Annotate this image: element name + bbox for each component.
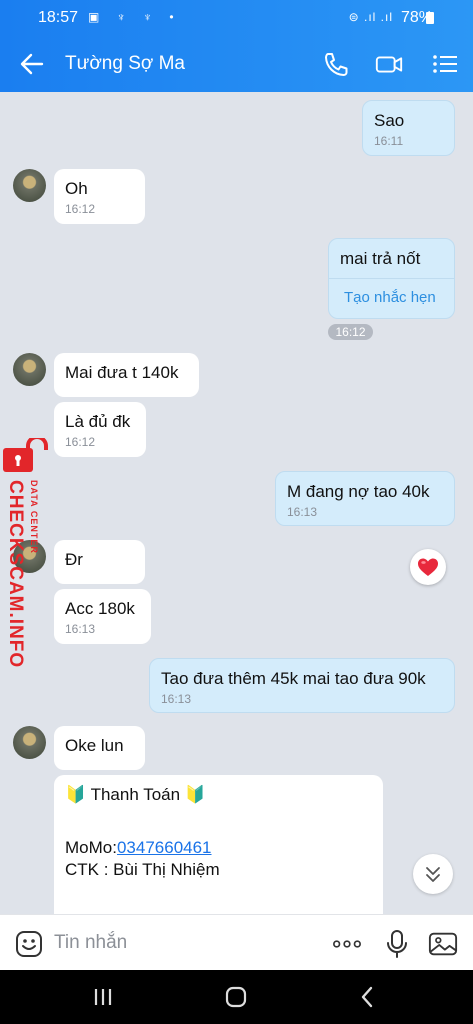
heart-icon xyxy=(418,558,438,576)
home-icon[interactable] xyxy=(223,984,249,1010)
message-text: Acc 180k xyxy=(65,599,135,618)
recent-apps-icon[interactable] xyxy=(90,984,116,1010)
message-time: 16:13 xyxy=(287,505,318,519)
chat-header: Tường Sợ Ma xyxy=(0,36,473,92)
back-arrow-icon[interactable] xyxy=(18,50,46,78)
avatar[interactable] xyxy=(13,353,46,386)
message-time: 16:13 xyxy=(65,622,96,636)
message-time: 16:13 xyxy=(161,692,192,706)
message-incoming[interactable]: Là đủ đk 16:12 xyxy=(54,402,146,457)
notification-icons: ▣ ♆ ♆ • xyxy=(88,10,181,24)
message-time: 16:12 xyxy=(65,435,96,449)
avatar[interactable] xyxy=(13,169,46,202)
more-options-icon[interactable] xyxy=(332,929,362,959)
scroll-to-bottom-button[interactable] xyxy=(413,854,453,894)
message-incoming[interactable]: Oh 16:12 xyxy=(54,169,145,224)
message-input[interactable]: Tin nhắn xyxy=(54,932,127,954)
message-outgoing[interactable]: Sao 16:11 xyxy=(362,100,455,156)
message-input-bar: Tin nhắn xyxy=(0,914,473,970)
message-text: Oke lun xyxy=(65,736,124,755)
message-incoming[interactable]: Oke lun xyxy=(54,726,145,770)
emoji-icon[interactable] xyxy=(14,929,44,959)
message-incoming[interactable]: Đr xyxy=(54,540,145,584)
message-text: Oh xyxy=(65,179,88,198)
create-reminder-link[interactable]: Tạo nhắc hẹn xyxy=(344,289,436,306)
message-text: mai trả nốt xyxy=(340,249,421,268)
phone-number-link[interactable]: 0347660461 xyxy=(117,838,212,857)
payment-message[interactable]: 🔰 Thanh Toán 🔰 MoMo:0347660461 CTK : Bùi… xyxy=(54,775,383,914)
microphone-icon[interactable] xyxy=(382,929,412,959)
back-icon[interactable] xyxy=(355,984,381,1010)
momo-line: MoMo:0347660461 xyxy=(65,838,371,858)
account-holder: CTK : Bùi Thị Nhiệm xyxy=(65,860,220,879)
message-text: Đr xyxy=(65,550,83,569)
message-outgoing[interactable]: M đang nợ tao 40k 16:13 xyxy=(275,471,455,526)
message-text: Sao xyxy=(374,111,405,130)
message-text: Tao đưa thêm 45k mai tao đưa 90k xyxy=(161,669,426,688)
message-incoming[interactable]: Acc 180k 16:13 xyxy=(54,589,151,644)
momo-label: MoMo: xyxy=(65,838,117,857)
message-text: Là đủ đk xyxy=(65,412,131,431)
reaction-heart-button[interactable] xyxy=(410,549,446,585)
payment-title: 🔰 Thanh Toán 🔰 xyxy=(65,785,206,804)
lock-icon xyxy=(3,438,48,472)
chat-title[interactable]: Tường Sợ Ma xyxy=(65,53,185,75)
watermark-subtext: DATA CENTER xyxy=(29,480,39,554)
image-icon[interactable] xyxy=(428,929,458,959)
checkscam-watermark: CHECKSCAM.INFO DATA CENTER xyxy=(0,430,50,670)
message-text: Mai đưa t 140k xyxy=(65,363,179,382)
phone-icon[interactable] xyxy=(321,50,351,78)
message-incoming[interactable]: Mai đưa t 140k xyxy=(54,353,199,397)
battery-icon xyxy=(426,12,434,24)
status-time: 18:57 xyxy=(38,9,79,26)
signal-icon: ⊜ .ıl .ıl xyxy=(348,10,393,24)
system-nav-bar xyxy=(0,970,473,1024)
menu-list-icon[interactable] xyxy=(430,50,460,78)
message-time: 16:12 xyxy=(65,202,96,216)
message-text: M đang nợ tao 40k xyxy=(287,482,430,501)
reminder-row[interactable]: Tạo nhắc hẹn xyxy=(329,278,454,307)
message-outgoing[interactable]: mai trả nốt Tạo nhắc hẹn xyxy=(328,238,455,319)
status-bar: 18:57 ▣ ♆ ♆ • ⊜ .ıl .ıl 78% xyxy=(0,0,473,36)
chevron-double-down-icon xyxy=(426,867,440,882)
message-time: 16:11 xyxy=(374,134,404,148)
video-call-icon[interactable] xyxy=(374,50,404,78)
avatar[interactable] xyxy=(13,726,46,759)
message-outgoing[interactable]: Tao đưa thêm 45k mai tao đưa 90k 16:13 xyxy=(149,658,455,713)
watermark-text: CHECKSCAM.INFO xyxy=(5,480,26,669)
chat-area[interactable]: Sao 16:11 Oh 16:12 mai trả nốt Tạo nhắc … xyxy=(0,92,473,914)
time-divider: 16:12 xyxy=(328,324,373,340)
